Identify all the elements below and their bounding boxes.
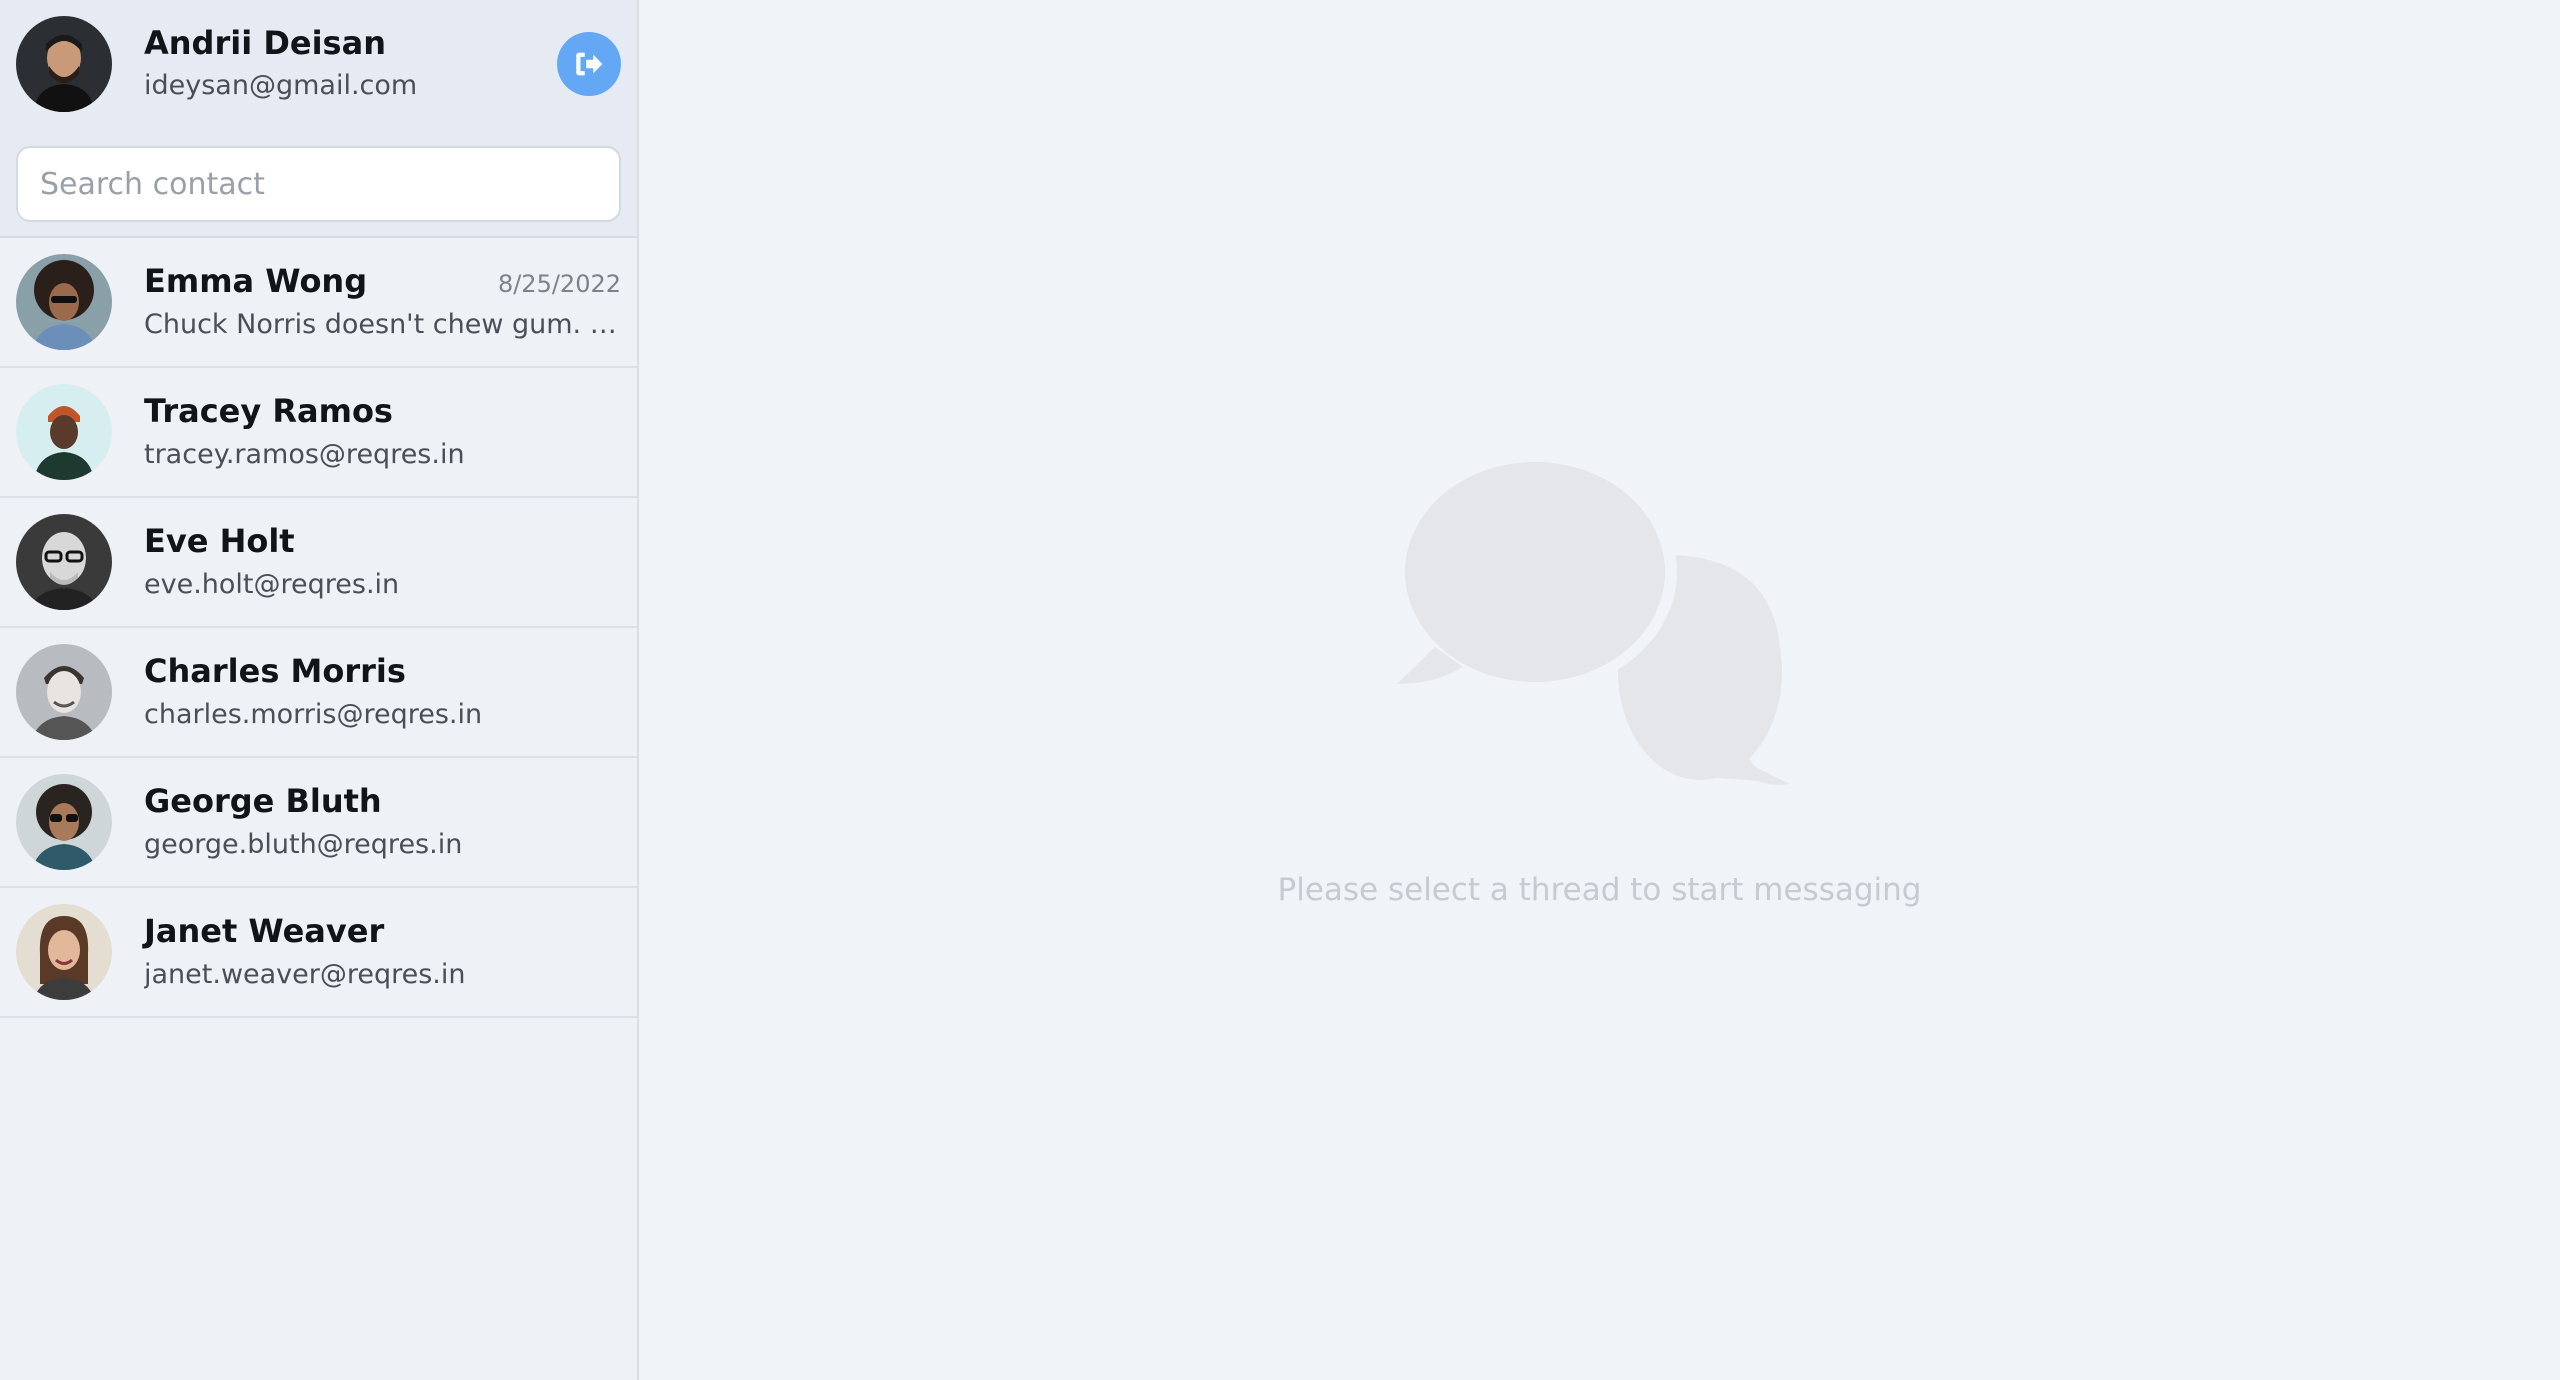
contact-email: charles.morris@reqres.in [144, 699, 483, 730]
contact-name: Tracey Ramos [144, 392, 393, 430]
empty-state-message: Please select a thread to start messagin… [1277, 872, 1922, 908]
contact-item-janet-weaver[interactable]: Janet Weaver janet.weaver@reqres.in [0, 888, 637, 1018]
contact-name: Eve Holt [144, 522, 295, 560]
contact-item-charles-morris[interactable]: Charles Morris charles.morris@reqres.in [0, 628, 637, 758]
contact-item-emma-wong[interactable]: Emma Wong 8/25/2022 Chuck Norris doesn't… [0, 238, 637, 368]
contact-date: 8/25/2022 [497, 270, 621, 298]
contact-item-george-bluth[interactable]: George Bluth george.bluth@reqres.in [0, 758, 637, 888]
contact-item-eve-holt[interactable]: Eve Holt eve.holt@reqres.in [0, 498, 637, 628]
avatar [16, 904, 112, 1000]
contact-list: Emma Wong 8/25/2022 Chuck Norris doesn't… [0, 238, 637, 1380]
contact-last-message: Chuck Norris doesn't chew gum. Ch... [144, 309, 621, 340]
conversation-panel: Please select a thread to start messagin… [639, 0, 2560, 1380]
avatar [16, 254, 112, 350]
sidebar: Andrii Deisan ideysan@gmail.com Search c… [0, 0, 639, 1380]
avatar [16, 774, 112, 870]
profile-email: ideysan@gmail.com [144, 70, 418, 101]
search-input[interactable] [16, 146, 621, 222]
profile-name: Andrii Deisan [144, 24, 386, 62]
logout-button[interactable] [557, 32, 621, 96]
app: Andrii Deisan ideysan@gmail.com Search c… [0, 0, 2560, 1380]
user-avatar [16, 16, 112, 112]
empty-state: Please select a thread to start messagin… [639, 462, 2560, 908]
contact-name: Janet Weaver [144, 912, 385, 950]
avatar [16, 514, 112, 610]
contact-email: eve.holt@reqres.in [144, 569, 400, 600]
contact-name: George Bluth [144, 782, 382, 820]
profile-header: Andrii Deisan ideysan@gmail.com [0, 0, 637, 238]
avatar [16, 384, 112, 480]
contact-name: Emma Wong [144, 262, 368, 300]
logout-icon [576, 52, 603, 76]
contact-item-tracey-ramos[interactable]: Tracey Ramos tracey.ramos@reqres.in [0, 368, 637, 498]
contact-email: janet.weaver@reqres.in [144, 959, 466, 990]
contact-name: Charles Morris [144, 652, 406, 690]
avatar [16, 644, 112, 740]
contact-email: tracey.ramos@reqres.in [144, 439, 465, 470]
contact-email: george.bluth@reqres.in [144, 829, 463, 860]
chat-bubbles-icon [1394, 462, 1790, 785]
